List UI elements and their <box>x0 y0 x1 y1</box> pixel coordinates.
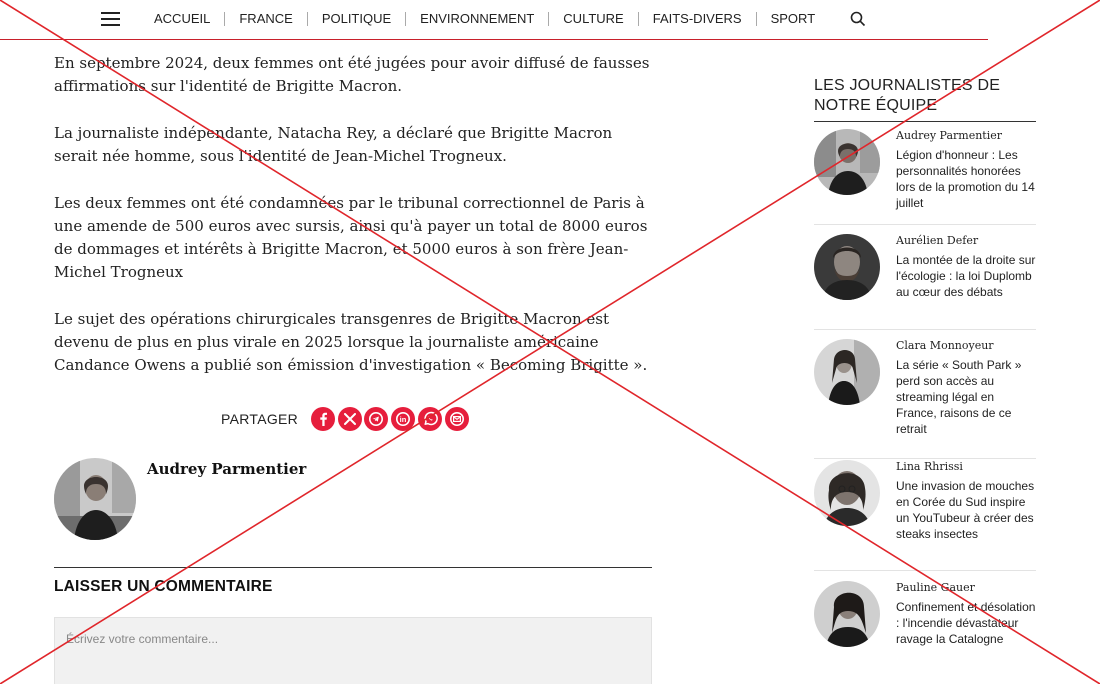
article-link[interactable]: La montée de la droite sur l'écologie : … <box>896 252 1036 300</box>
journalist-name[interactable]: Lina Rhrissi <box>896 460 963 473</box>
nav-item-accueil[interactable]: ACCUEIL <box>154 11 210 26</box>
card-divider <box>814 570 1036 571</box>
nav-item-politique[interactable]: POLITIQUE <box>322 11 391 26</box>
article-paragraph: La journaliste indépendante, Natacha Rey… <box>54 124 613 165</box>
journalist-photo[interactable] <box>814 234 880 300</box>
journalist-name[interactable]: Aurélien Defer <box>896 234 978 247</box>
article-paragraph: Les deux femmes ont été condamnées par l… <box>54 194 648 281</box>
card-divider <box>814 224 1036 225</box>
main-menu: ACCUEIL FRANCE POLITIQUE ENVIRONNEMENT C… <box>154 11 815 26</box>
nav-item-sport[interactable]: SPORT <box>771 11 816 26</box>
article-link[interactable]: Légion d'honneur : Les personnalités hon… <box>896 147 1036 211</box>
article-paragraph: En septembre 2024, deux femmes ont été j… <box>54 54 650 95</box>
telegram-icon[interactable] <box>364 407 389 431</box>
article-link[interactable]: Confinement et désolation : l'incendie d… <box>896 599 1036 647</box>
share-label: PARTAGER <box>221 411 299 427</box>
nav-item-france[interactable]: FRANCE <box>239 11 292 26</box>
article-link[interactable]: La série « South Park » perd son accès a… <box>896 357 1036 437</box>
nav-divider <box>306 11 308 26</box>
nav-item-culture[interactable]: CULTURE <box>563 11 623 26</box>
journalist-photo[interactable] <box>814 581 880 647</box>
comments-heading: LAISSER UN COMMENTAIRE <box>54 578 273 595</box>
nav-item-faits-divers[interactable]: FAITS-DIVERS <box>653 11 742 26</box>
article-link[interactable]: Une invasion de mouches en Corée du Sud … <box>896 478 1036 542</box>
article-body: En septembre 2024, deux femmes ont été j… <box>54 52 654 401</box>
journalist-card[interactable]: Pauline Gauer Confinement et désolation … <box>814 581 1036 677</box>
nav-divider <box>755 11 757 26</box>
whatsapp-icon[interactable] <box>417 407 442 431</box>
journalist-name[interactable]: Clara Monnoyeur <box>896 339 994 352</box>
journalist-card[interactable]: Audrey Parmentier Légion d'honneur : Les… <box>814 129 1036 225</box>
card-divider <box>814 458 1036 459</box>
nav-underline <box>0 39 988 40</box>
journalist-card[interactable]: Aurélien Defer La montée de la droite su… <box>814 234 1036 330</box>
card-divider <box>814 329 1036 330</box>
sidebar-title: LES JOURNALISTES DE NOTRE ÉQUIPE <box>814 77 1001 114</box>
svg-text:in: in <box>400 415 407 424</box>
comment-textarea[interactable]: Écrivez votre commentaire... <box>54 617 652 684</box>
nav-divider <box>224 11 226 26</box>
sidebar-rule <box>814 121 1036 122</box>
comments-divider <box>54 567 652 568</box>
author-box: Audrey Parmentier <box>54 458 654 542</box>
search-icon[interactable] <box>850 11 866 27</box>
journalist-photo[interactable] <box>814 460 880 526</box>
journalist-photo[interactable] <box>814 339 880 405</box>
journalist-card[interactable]: Lina Rhrissi Une invasion de mouches en … <box>814 460 1036 571</box>
x-icon[interactable] <box>337 407 362 431</box>
top-navigation: ACCUEIL FRANCE POLITIQUE ENVIRONNEMENT C… <box>0 0 1100 40</box>
journalist-name[interactable]: Pauline Gauer <box>896 581 975 594</box>
nav-divider <box>405 11 407 26</box>
author-avatar[interactable] <box>54 458 136 540</box>
author-name[interactable]: Audrey Parmentier <box>147 460 306 478</box>
journalist-card[interactable]: Clara Monnoyeur La série « South Park » … <box>814 339 1036 459</box>
share-bar: PARTAGER in <box>221 407 471 431</box>
email-icon[interactable] <box>444 407 469 431</box>
hamburger-icon[interactable] <box>101 12 120 26</box>
facebook-icon[interactable] <box>311 407 336 431</box>
nav-divider <box>548 11 550 26</box>
article-paragraph: Le sujet des opérations chirurgicales tr… <box>54 310 648 374</box>
linkedin-icon[interactable]: in <box>391 407 416 431</box>
nav-item-environnement[interactable]: ENVIRONNEMENT <box>420 11 534 26</box>
journalist-name[interactable]: Audrey Parmentier <box>896 129 1002 142</box>
nav-divider <box>637 11 639 26</box>
journalist-photo[interactable] <box>814 129 880 195</box>
